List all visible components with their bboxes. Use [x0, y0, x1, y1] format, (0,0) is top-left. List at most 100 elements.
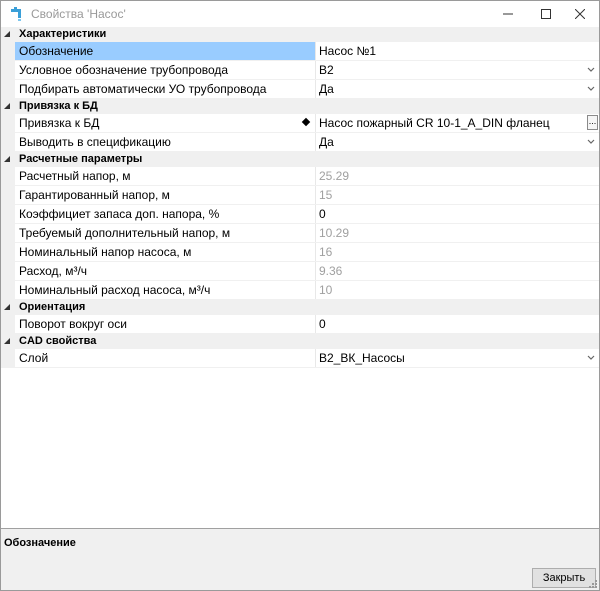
column-separator — [315, 80, 316, 98]
property-name: Условное обозначение трубопровода — [19, 63, 229, 77]
collapse-triangle-icon[interactable] — [4, 103, 10, 109]
category-label: Ориентация — [19, 301, 86, 313]
row-gutter — [1, 281, 15, 299]
close-button[interactable]: Закрыть — [532, 568, 596, 588]
column-separator — [315, 61, 316, 79]
property-name: Расход, м³/ч — [19, 264, 88, 278]
property-row-nominal-flow[interactable]: Номинальный расход насоса, м³/ч 10 — [1, 281, 599, 300]
column-separator — [315, 133, 316, 151]
property-name: Номинальный расход насоса, м³/ч — [19, 283, 211, 297]
row-gutter — [1, 61, 15, 79]
column-separator — [315, 262, 316, 280]
ellipsis-button[interactable]: ... — [587, 115, 598, 130]
property-value: 15 — [319, 188, 333, 202]
property-row-required-head[interactable]: Требуемый дополнительный напор, м 10.29 — [1, 224, 599, 243]
row-gutter — [1, 114, 15, 132]
category-cad[interactable]: CAD свойства — [1, 334, 599, 349]
property-value: 10 — [319, 283, 333, 297]
property-value[interactable]: Насос №1 — [319, 42, 591, 60]
row-gutter — [1, 262, 15, 280]
description-title: Обозначение — [4, 537, 76, 549]
collapse-triangle-icon[interactable] — [4, 304, 10, 310]
chevron-down-icon[interactable] — [587, 66, 595, 74]
category-label: Привязка к БД — [19, 100, 98, 112]
chevron-down-icon[interactable] — [587, 354, 595, 362]
column-separator — [315, 205, 316, 223]
chevron-down-icon[interactable] — [587, 85, 595, 93]
category-calc-params[interactable]: Расчетные параметры — [1, 152, 599, 167]
footer-bar: Закрыть — [1, 565, 599, 590]
row-gutter — [1, 349, 15, 367]
property-value[interactable]: Да — [319, 80, 591, 98]
column-separator — [315, 349, 316, 367]
property-value[interactable]: 0 — [319, 315, 591, 333]
title-bar: Свойства 'Насос' — [1, 1, 599, 27]
category-label: CAD свойства — [19, 335, 97, 347]
column-separator — [315, 281, 316, 299]
property-row-guaranteed-head[interactable]: Гарантированный напор, м 15 — [1, 186, 599, 205]
property-name: Привязка к БД — [19, 116, 100, 130]
property-name: Выводить в спецификацию — [19, 135, 171, 149]
property-row-nominal-head[interactable]: Номинальный напор насоса, м 16 — [1, 243, 599, 262]
property-row-auto-pipeline[interactable]: Подбирать автоматически УО трубопровода … — [1, 80, 599, 99]
row-gutter — [1, 42, 15, 60]
collapse-triangle-icon[interactable] — [4, 338, 10, 344]
faucet-icon — [11, 7, 21, 21]
minimize-icon — [503, 13, 513, 15]
property-row-flow[interactable]: Расход, м³/ч 9.36 — [1, 262, 599, 281]
category-characteristics[interactable]: Характеристики — [1, 27, 599, 42]
category-db-binding[interactable]: Привязка к БД — [1, 99, 599, 114]
property-name: Поворот вокруг оси — [19, 317, 127, 331]
close-icon — [575, 9, 585, 19]
property-row-layer[interactable]: Слой В2_ВК_Насосы — [1, 349, 599, 368]
row-gutter — [1, 243, 15, 261]
property-row-pipeline-code[interactable]: Условное обозначение трубопровода В2 — [1, 61, 599, 80]
property-row-rotation[interactable]: Поворот вокруг оси 0 — [1, 315, 599, 334]
column-separator — [315, 42, 316, 60]
property-row-db-binding[interactable]: Привязка к БД Насос пожарный CR 10-1_A_D… — [1, 114, 599, 133]
property-row-spec-output[interactable]: Выводить в спецификацию Да — [1, 133, 599, 152]
property-name: Номинальный напор насоса, м — [19, 245, 192, 259]
property-value[interactable]: В2 — [319, 61, 591, 79]
category-label: Расчетные параметры — [19, 153, 143, 165]
maximize-icon — [541, 9, 551, 19]
property-name: Требуемый дополнительный напор, м — [19, 226, 231, 240]
column-separator — [315, 186, 316, 204]
property-row-calc-head[interactable]: Расчетный напор, м 25.29 — [1, 167, 599, 186]
property-value[interactable]: 0 — [319, 205, 591, 223]
property-name: Коэффициет запаса доп. напора, % — [19, 207, 220, 221]
column-separator — [315, 243, 316, 261]
row-gutter — [1, 315, 15, 333]
category-orientation[interactable]: Ориентация — [1, 300, 599, 315]
property-value[interactable]: Насос пожарный CR 10-1_A_DIN фланец — [319, 114, 591, 132]
property-value[interactable]: Да — [319, 133, 591, 151]
property-name: Гарантированный напор, м — [19, 188, 170, 202]
property-value: 16 — [319, 245, 333, 259]
property-name: Слой — [19, 351, 49, 365]
chevron-down-icon[interactable] — [587, 138, 595, 146]
row-gutter — [1, 205, 15, 223]
property-value: 10.29 — [319, 226, 350, 240]
close-window-button[interactable] — [557, 1, 600, 27]
property-grid: Характеристики Обозначение Насос №1 Усло… — [1, 27, 599, 527]
property-value: 9.36 — [319, 264, 343, 278]
description-panel: Обозначение — [1, 528, 599, 566]
property-name: Обозначение — [15, 42, 315, 60]
property-value: 25.29 — [319, 169, 350, 183]
collapse-triangle-icon[interactable] — [4, 31, 10, 37]
properties-window: Свойства 'Насос' Характеристики Обозначе… — [0, 0, 600, 591]
collapse-triangle-icon[interactable] — [4, 156, 10, 162]
property-row-designation[interactable]: Обозначение Насос №1 — [1, 42, 599, 61]
property-value[interactable]: В2_ВК_Насосы — [319, 349, 591, 367]
column-separator — [315, 315, 316, 333]
row-gutter — [1, 186, 15, 204]
row-gutter — [1, 133, 15, 151]
column-separator — [315, 114, 316, 132]
row-gutter — [1, 167, 15, 185]
category-label: Характеристики — [19, 28, 107, 40]
window-title: Свойства 'Насос' — [31, 7, 126, 21]
resize-grip-icon[interactable] — [588, 579, 598, 589]
property-row-reserve-coef[interactable]: Коэффициет запаса доп. напора, % 0 — [1, 205, 599, 224]
row-gutter — [1, 80, 15, 98]
property-name: Подбирать автоматически УО трубопровода — [19, 82, 267, 96]
